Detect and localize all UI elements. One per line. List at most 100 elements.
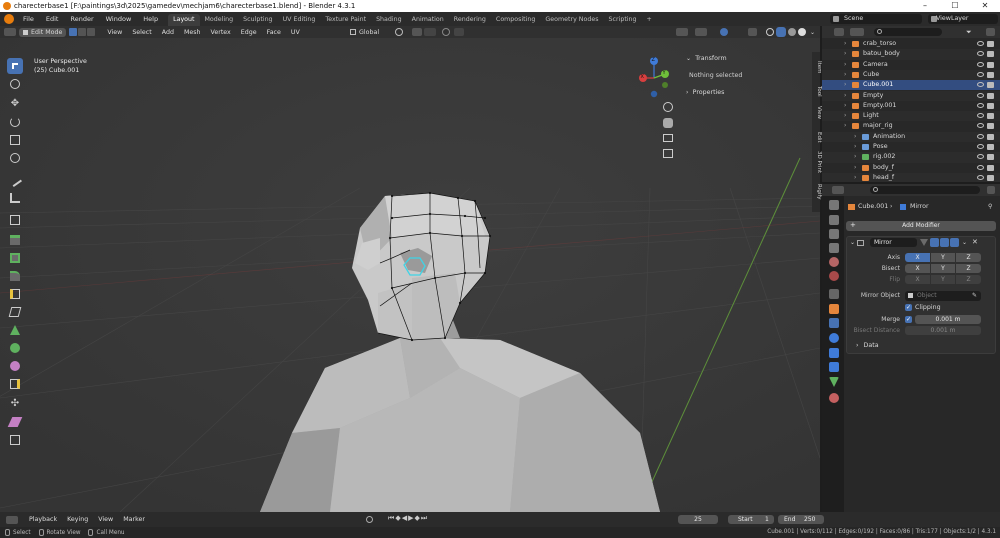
select-box-tool[interactable] — [7, 58, 23, 74]
merge-checkbox[interactable]: ✓ — [905, 316, 912, 323]
tab-texture-paint[interactable]: Texture Paint — [320, 14, 371, 26]
snap-icon[interactable] — [412, 28, 422, 36]
camera-render-icon[interactable] — [987, 92, 994, 99]
flip-y-toggle[interactable]: Y — [931, 275, 955, 284]
navigation-gizmo[interactable]: Z X Y — [630, 56, 680, 106]
tab-compositing[interactable]: Compositing — [491, 14, 540, 26]
outliner-row[interactable]: › Camera — [822, 60, 1000, 70]
pin-icon[interactable]: ⚲ — [988, 203, 992, 210]
view-layer-tab-icon[interactable] — [829, 243, 839, 253]
expand-arrow-icon[interactable]: › — [844, 121, 846, 131]
snap-target-icon[interactable] — [424, 28, 436, 36]
new-collection-icon[interactable] — [986, 28, 995, 36]
scene-selector[interactable]: Scene — [830, 14, 922, 24]
material-shading-icon[interactable] — [788, 28, 796, 36]
material-tab-icon[interactable] — [829, 393, 839, 403]
transform-tool[interactable] — [7, 150, 23, 166]
tab-item[interactable]: Item — [812, 58, 822, 76]
edge-select-button[interactable] — [78, 28, 87, 36]
axis-z-toggle[interactable]: Z — [956, 253, 981, 262]
eye-icon[interactable] — [977, 133, 984, 139]
poly-build-tool[interactable] — [7, 322, 23, 338]
menu-help[interactable]: Help — [137, 12, 164, 26]
spin-tool[interactable] — [7, 340, 23, 356]
rendered-shading-icon[interactable] — [798, 28, 806, 36]
pivot-icon[interactable] — [395, 28, 403, 36]
eye-icon[interactable] — [977, 92, 984, 98]
blender-menu-icon[interactable] — [4, 14, 14, 24]
world-tab-icon[interactable] — [829, 271, 839, 281]
expand-arrow-icon[interactable]: › — [844, 80, 846, 90]
expand-arrow-icon[interactable]: › — [844, 111, 846, 121]
camera-render-icon[interactable] — [987, 164, 994, 171]
falloff-icon[interactable] — [454, 28, 464, 36]
outliner-row[interactable]: › major_rig — [822, 121, 1000, 131]
menu-face[interactable]: Face — [262, 29, 286, 36]
properties-panel-header[interactable]: › Properties — [686, 88, 724, 96]
expand-arrow-icon[interactable]: › — [844, 91, 846, 101]
mode-selector[interactable]: Edit Mode — [19, 27, 67, 37]
bisect-y-toggle[interactable]: Y — [931, 264, 955, 273]
bisect-x-toggle[interactable]: X — [905, 264, 930, 273]
camera-render-icon[interactable] — [987, 41, 994, 47]
tab-shading[interactable]: Shading — [371, 14, 407, 26]
bisect-distance-field[interactable]: 0.001 m — [905, 326, 981, 335]
collection-tab-icon[interactable] — [829, 289, 839, 299]
orientation-selector[interactable]: Global — [350, 27, 392, 37]
smooth-tool[interactable] — [7, 358, 23, 374]
tab-edit[interactable]: Edit — [812, 128, 822, 146]
bevel-tool[interactable] — [7, 268, 23, 284]
tab-rigify[interactable]: Rigify — [812, 182, 822, 202]
eye-icon[interactable] — [977, 144, 984, 149]
timeline-editor-icon[interactable] — [6, 515, 18, 524]
physics-tab-icon[interactable] — [829, 348, 839, 358]
loop-cut-tool[interactable] — [7, 286, 23, 302]
expand-arrow-icon[interactable]: › — [844, 49, 846, 59]
data-subpanel-header[interactable]: › Data — [856, 342, 879, 349]
tab-layout[interactable]: Layout — [168, 13, 200, 26]
expand-arrow-icon[interactable]: › — [854, 163, 856, 173]
rotate-tool[interactable] — [7, 114, 23, 130]
pan-view-icon[interactable] — [663, 118, 673, 128]
extrude-tool[interactable] — [7, 232, 23, 248]
gizmo-neg-y-axis[interactable] — [662, 82, 668, 88]
eye-icon[interactable] — [977, 123, 984, 129]
expand-arrow-icon[interactable]: › — [844, 60, 846, 70]
expand-arrow-icon[interactable]: › — [854, 142, 856, 152]
axis-x-toggle[interactable]: X — [905, 253, 930, 262]
display-mode-icon[interactable] — [850, 28, 864, 36]
eye-icon[interactable] — [977, 71, 984, 77]
particles-tab-icon[interactable] — [829, 333, 839, 343]
overlay-toggle-icon[interactable] — [720, 28, 728, 36]
eye-icon[interactable] — [977, 61, 984, 67]
editor-type-icon[interactable] — [4, 28, 16, 36]
minimize-button[interactable]: – — [910, 0, 940, 12]
menu-keying[interactable]: Keying — [62, 516, 93, 523]
rip-tool[interactable] — [7, 432, 23, 448]
outliner-search-field[interactable] — [874, 28, 942, 36]
tab-sculpting[interactable]: Sculpting — [238, 14, 277, 26]
mirror-object-field[interactable]: Object ✎ — [905, 291, 981, 301]
outliner-row[interactable]: › rig.002 — [822, 152, 1000, 163]
outliner-row[interactable]: › head_f — [822, 172, 1000, 182]
menu-edge[interactable]: Edge — [236, 29, 262, 36]
eye-icon[interactable] — [977, 41, 984, 46]
wireframe-shading-icon[interactable] — [766, 28, 774, 36]
shading-dropdown-icon[interactable]: ⌄ — [810, 29, 815, 36]
outliner-row[interactable]: › crab_torso — [822, 39, 1000, 49]
outliner-row[interactable]: › Empty — [822, 90, 1000, 101]
add-workspace-button[interactable]: + — [642, 14, 657, 26]
camera-render-icon[interactable] — [987, 174, 994, 181]
start-frame-field[interactable]: Start 1 — [728, 515, 774, 524]
tab-geometry-nodes[interactable]: Geometry Nodes — [540, 14, 603, 26]
tab-modeling[interactable]: Modeling — [200, 14, 239, 26]
render-toggle-icon[interactable] — [950, 238, 959, 247]
menu-window[interactable]: Window — [100, 12, 138, 26]
camera-render-icon[interactable] — [987, 123, 994, 130]
camera-render-icon[interactable] — [987, 113, 994, 120]
tab-3d-print[interactable]: 3D Print — [812, 150, 822, 174]
modifier-tab-icon[interactable] — [829, 318, 839, 328]
camera-render-icon[interactable] — [987, 82, 994, 89]
viewlayer-selector[interactable]: ViewLayer — [928, 14, 998, 24]
eye-icon[interactable] — [977, 102, 984, 108]
